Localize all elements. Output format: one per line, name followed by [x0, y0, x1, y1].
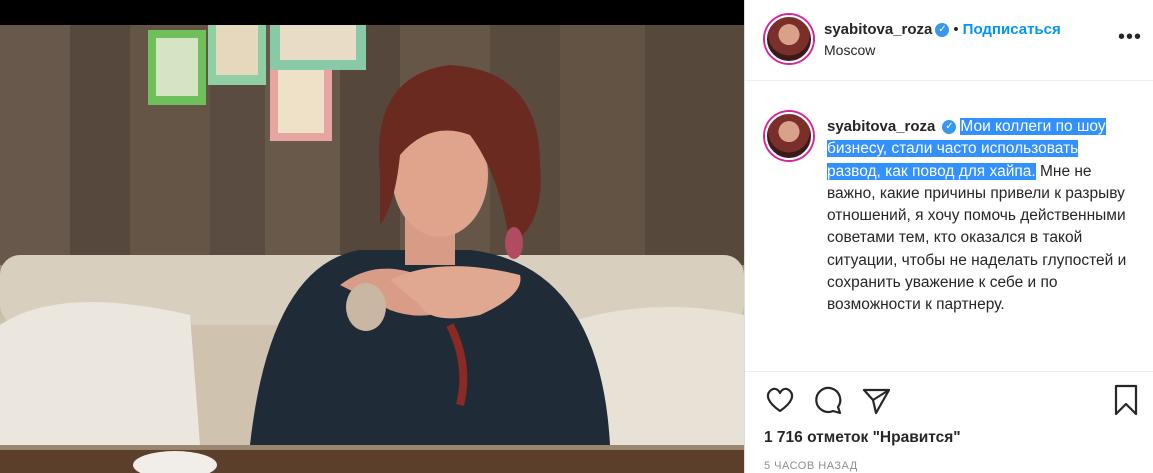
photo-illustration: [0, 25, 744, 473]
avatar[interactable]: [765, 15, 813, 63]
caption-avatar[interactable]: [765, 112, 813, 160]
comment-icon[interactable]: [811, 383, 845, 417]
top-black-bar: [0, 0, 744, 25]
verified-icon: ✓: [935, 23, 950, 38]
post-panel: syabitova_roza ✓ • Подписаться Moscow ••• s…: [744, 0, 1153, 473]
post-header: syabitova_roza ✓ • Подписаться Moscow •••: [745, 0, 1153, 81]
caption-text: Мне не важно, какие причины привели к ра…: [827, 162, 1127, 314]
header-username[interactable]: syabitova_roza: [824, 21, 932, 38]
action-bar: [763, 383, 1143, 417]
post-caption: syabitova_roza ✓ Мои коллеги по шоу бизнес…: [827, 116, 1127, 317]
post-photo[interactable]: [0, 25, 744, 473]
verified-icon: ✓: [942, 119, 957, 134]
heart-icon[interactable]: [763, 383, 797, 417]
share-icon[interactable]: [859, 383, 893, 417]
divider: [745, 371, 1153, 372]
post-timestamp[interactable]: 5 часов назад: [764, 460, 858, 472]
likes-count[interactable]: 1 716 отметок "Нравится": [764, 429, 961, 447]
header-user-row: syabitova_roza ✓ • Подписаться: [824, 21, 1061, 38]
more-icon[interactable]: •••: [1118, 27, 1142, 47]
location-link[interactable]: Moscow: [824, 42, 875, 58]
separator-dot: •: [953, 21, 959, 38]
caption-username[interactable]: syabitova_roza: [827, 118, 935, 135]
follow-button[interactable]: Подписаться: [963, 21, 1061, 38]
bookmark-icon[interactable]: [1109, 383, 1143, 417]
